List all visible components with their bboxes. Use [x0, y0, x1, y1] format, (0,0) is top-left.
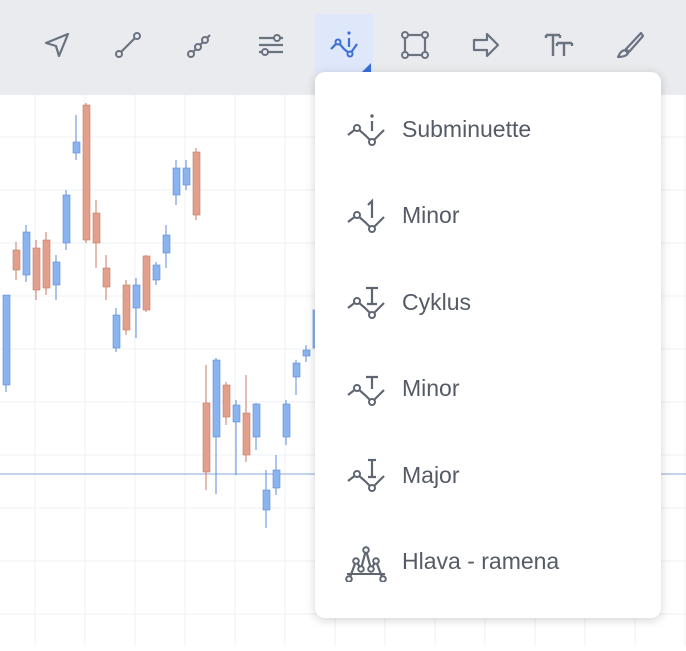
arrow-right-tool-button[interactable] [457, 14, 515, 76]
candle-body [92, 212, 101, 244]
brush-tool-button[interactable] [601, 14, 659, 76]
candle-body [102, 267, 111, 288]
menu-item-hlava-ramena[interactable]: Hlava - ramena [315, 519, 661, 605]
candle-body [52, 261, 61, 286]
candle-body [142, 255, 151, 311]
menu-item-minor[interactable]: Minor [315, 346, 661, 432]
brush-icon [616, 31, 645, 59]
candle-body [82, 104, 91, 241]
submenu-indicator [362, 63, 371, 72]
candle-body [202, 402, 211, 473]
head-shoulders-icon [345, 542, 387, 583]
menu-item-label: Minor [402, 375, 460, 401]
candle-body [232, 404, 241, 423]
wave-cycle-icon [345, 282, 387, 322]
menu-item-cyklus[interactable]: Cyklus [315, 259, 661, 345]
candle-body [262, 489, 271, 511]
candle-body [282, 403, 291, 438]
candle-body [182, 167, 191, 186]
menu-item-label: Minor [402, 202, 460, 228]
elliott-wave-menu: Subminuette Minor Cyklus Minor Major Hlava - … [315, 72, 661, 618]
elliott-wave-icon [330, 31, 358, 58]
trend-line-tool-button[interactable] [99, 14, 157, 76]
elliott-wave-tool-button[interactable] [315, 14, 373, 74]
wave-minor-t-icon [345, 369, 387, 409]
rectangle-icon [401, 31, 429, 59]
multi-point-line-tool-button[interactable] [171, 14, 229, 76]
menu-item-minor[interactable]: Minor [315, 173, 661, 259]
cursor-arrow-tool-button[interactable] [28, 14, 86, 76]
candle-body [152, 264, 161, 281]
trend-line-icon [115, 32, 141, 58]
candle-body [132, 284, 141, 309]
candle-body [172, 167, 181, 196]
wave-major-icon [345, 455, 387, 495]
menu-item-subminuette[interactable]: Subminuette [315, 86, 661, 172]
candle-body [62, 194, 71, 244]
text-icon [544, 33, 574, 56]
candle-body [272, 469, 281, 489]
candle-body [222, 384, 231, 418]
candle-body [22, 231, 31, 276]
text-tool-button[interactable] [530, 14, 588, 76]
menu-item-label: Hlava - ramena [402, 548, 560, 574]
multi-point-line-icon [187, 34, 211, 58]
settings-sliders-icon [259, 34, 283, 56]
settings-sliders-tool-button[interactable] [242, 14, 300, 76]
candle-body [32, 247, 41, 291]
candle-body [112, 314, 121, 349]
candle-body [192, 151, 201, 216]
rectangle-tool-button[interactable] [386, 14, 444, 76]
candle-body [212, 359, 221, 438]
menu-item-label: Major [402, 461, 460, 488]
candle-body [302, 349, 311, 357]
cursor-arrow-icon [44, 32, 70, 58]
menu-item-label: Subminuette [402, 115, 532, 142]
candle-body [72, 141, 81, 154]
arrow-right-icon [472, 32, 500, 58]
candle-body [2, 294, 11, 386]
menu-item-major[interactable]: Major [315, 432, 661, 518]
candle-body [242, 412, 251, 456]
menu-item-label: Cyklus [402, 288, 472, 315]
candle-body [42, 239, 51, 289]
candle-body [252, 403, 261, 438]
candle-body [162, 234, 171, 254]
candle-body [292, 362, 301, 378]
wave-subminuette-icon [345, 109, 387, 149]
candle-body [12, 249, 21, 271]
wave-minor-icon [345, 196, 387, 236]
candle-body [122, 284, 131, 331]
